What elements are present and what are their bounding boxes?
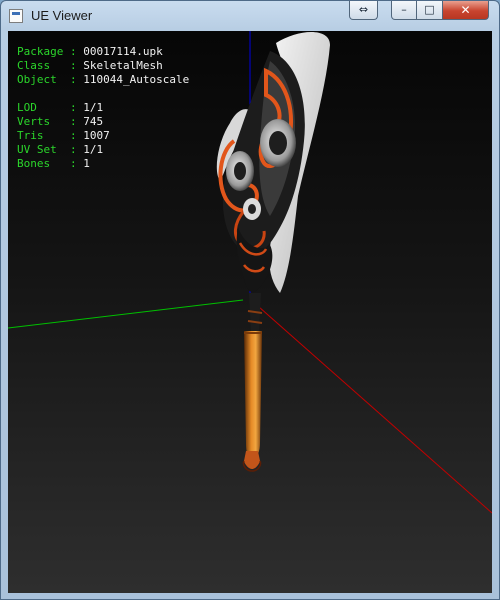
info-row-verts: Verts : 745 [17,115,104,128]
double-arrow-icon: ⇔ [358,3,369,16]
info-row-bones: Bones : 1 [17,157,90,170]
info-row-tris: Tris : 1007 [17,129,110,142]
3d-viewport[interactable]: Package : 00017114.upk Class : SkeletalM… [8,31,492,593]
maximize-icon: □ [424,3,435,16]
weapon-mesh [216,32,330,472]
fullscreen-toggle-button[interactable]: ⇔ [349,1,378,20]
info-row-class: Class : SkeletalMesh [17,59,163,72]
info-row-object: Object : 110044_Autoscale [17,73,190,86]
maximize-button[interactable]: □ [417,1,443,20]
info-row-lod: LOD : 1/1 [17,101,104,114]
close-icon: ✕ [460,3,471,17]
app-icon [9,9,23,23]
x-axis-line [249,298,492,514]
y-axis-line [8,299,244,329]
mesh-info-overlay: Package : 00017114.upk Class : SkeletalM… [17,45,189,171]
minimize-icon: – [401,3,407,16]
window-title: UE Viewer [31,8,93,23]
info-row-package: Package : 00017114.upk [17,45,163,58]
minimize-button[interactable]: – [391,1,417,20]
close-button[interactable]: ✕ [443,1,489,20]
info-row-uvset: UV Set : 1/1 [17,143,104,156]
ue-viewer-window: UE Viewer ⇔ – □ ✕ Package: 00017114.upk… [0,0,500,600]
title-bar[interactable]: UE Viewer ⇔ – □ ✕ [1,1,499,31]
